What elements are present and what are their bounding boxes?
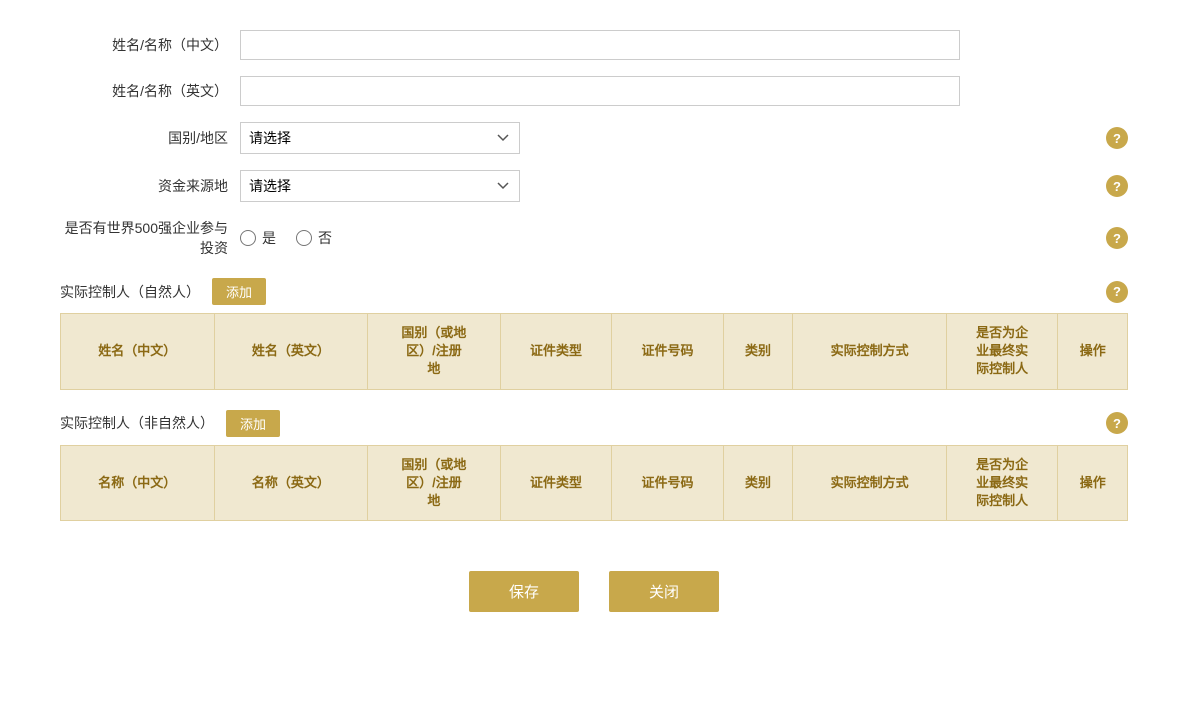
natural-person-help-icon[interactable]: ?: [1106, 281, 1128, 303]
close-button[interactable]: 关闭: [609, 571, 719, 612]
nnp-col-is-ultimate: 是否为企业最终实际控制人: [946, 445, 1058, 521]
nnp-col-name-cn: 名称（中文）: [61, 445, 215, 521]
natural-person-add-button[interactable]: 添加: [212, 278, 266, 305]
non-natural-person-add-button[interactable]: 添加: [226, 410, 280, 437]
fund-source-row: 资金来源地 请选择 ?: [60, 170, 1128, 202]
name-en-input[interactable]: [240, 76, 960, 106]
non-natural-person-table: 名称（中文） 名称（英文） 国别（或地区）/注册地 证件类型 证件号码 类别 实…: [60, 445, 1128, 522]
non-natural-person-section: 实际控制人（非自然人） 添加 ? 名称（中文） 名称（英文） 国别（或地区）/注…: [60, 410, 1128, 522]
name-cn-input[interactable]: [240, 30, 960, 60]
fortune500-no-option[interactable]: 否: [296, 228, 332, 248]
fortune500-yes-label: 是: [262, 228, 276, 248]
name-en-row: 姓名/名称（英文）: [60, 76, 1128, 106]
fortune500-row: 是否有世界500强企业参与投资 是 否 ?: [60, 218, 1128, 258]
np-col-cert-no: 证件号码: [612, 314, 724, 390]
save-button[interactable]: 保存: [469, 571, 579, 612]
natural-person-section: 实际控制人（自然人） 添加 ? 姓名（中文） 姓名（英文） 国别（或地区）/注册…: [60, 278, 1128, 390]
nnp-col-cert-no: 证件号码: [612, 445, 724, 521]
non-natural-person-header: 实际控制人（非自然人） 添加 ?: [60, 410, 1128, 437]
fortune500-help-icon[interactable]: ?: [1106, 227, 1128, 249]
natural-person-title: 实际控制人（自然人）: [60, 282, 200, 302]
country-select[interactable]: 请选择: [240, 122, 520, 154]
form-section: 姓名/名称（中文） 姓名/名称（英文） 国别/地区 请选择 ? 资金来源地 请选…: [60, 30, 1128, 258]
np-col-name-cn: 姓名（中文）: [61, 314, 215, 390]
natural-person-header: 实际控制人（自然人） 添加 ?: [60, 278, 1128, 305]
fund-source-label: 资金来源地: [60, 176, 240, 196]
np-col-is-ultimate: 是否为企业最终实际控制人: [946, 314, 1058, 390]
np-col-category: 类别: [723, 314, 793, 390]
natural-person-table: 姓名（中文） 姓名（英文） 国别（或地区）/注册地 证件类型 证件号码 类别 实…: [60, 313, 1128, 390]
fund-source-select[interactable]: 请选择: [240, 170, 520, 202]
np-col-operation: 操作: [1058, 314, 1128, 390]
np-col-control-method: 实际控制方式: [793, 314, 947, 390]
np-col-cert-type: 证件类型: [500, 314, 612, 390]
nnp-col-category: 类别: [723, 445, 793, 521]
np-col-name-en: 姓名（英文）: [214, 314, 368, 390]
fortune500-yes-option[interactable]: 是: [240, 228, 276, 248]
non-natural-person-title: 实际控制人（非自然人）: [60, 413, 214, 433]
name-cn-label: 姓名/名称（中文）: [60, 35, 240, 55]
fortune500-no-label: 否: [318, 228, 332, 248]
country-row: 国别/地区 请选择 ?: [60, 122, 1128, 154]
bottom-buttons: 保存 关闭: [60, 571, 1128, 642]
nnp-col-country: 国别（或地区）/注册地: [368, 445, 501, 521]
country-help-icon[interactable]: ?: [1106, 127, 1128, 149]
nnp-col-name-en: 名称（英文）: [214, 445, 368, 521]
fortune500-no-radio[interactable]: [296, 230, 312, 246]
non-natural-person-table-header-row: 名称（中文） 名称（英文） 国别（或地区）/注册地 证件类型 证件号码 类别 实…: [61, 445, 1128, 521]
fortune500-label: 是否有世界500强企业参与投资: [60, 218, 240, 258]
np-col-country: 国别（或地区）/注册地: [368, 314, 501, 390]
non-natural-person-help-icon[interactable]: ?: [1106, 412, 1128, 434]
fund-source-help-icon[interactable]: ?: [1106, 175, 1128, 197]
natural-person-table-header-row: 姓名（中文） 姓名（英文） 国别（或地区）/注册地 证件类型 证件号码 类别 实…: [61, 314, 1128, 390]
fortune500-yes-radio[interactable]: [240, 230, 256, 246]
nnp-col-cert-type: 证件类型: [500, 445, 612, 521]
country-label: 国别/地区: [60, 128, 240, 148]
name-en-label: 姓名/名称（英文）: [60, 81, 240, 101]
nnp-col-control-method: 实际控制方式: [793, 445, 947, 521]
fortune500-radio-group: 是 否: [240, 228, 332, 248]
name-cn-row: 姓名/名称（中文）: [60, 30, 1128, 60]
nnp-col-operation: 操作: [1058, 445, 1128, 521]
